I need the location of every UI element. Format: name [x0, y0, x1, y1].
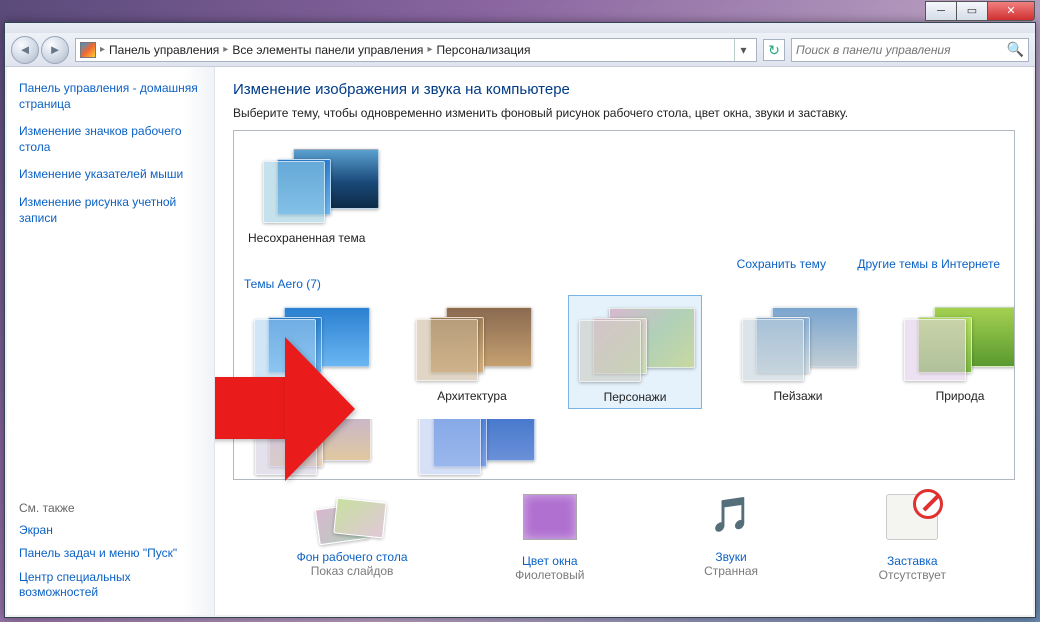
titlebar[interactable]: [5, 23, 1035, 33]
footer-value: Странная: [704, 564, 758, 578]
breadcrumb-item[interactable]: Панель управления: [109, 43, 219, 57]
theme-item[interactable]: Природа: [894, 295, 1015, 409]
sidebar-link-home[interactable]: Панель управления - домашняя страница: [19, 81, 202, 112]
navigation-toolbar: ◄ ► ▸ Панель управления ▸ Все элементы п…: [5, 33, 1035, 67]
color-swatch-icon: [523, 494, 577, 540]
annotation-arrow: [215, 377, 285, 439]
more-themes-link[interactable]: Другие темы в Интернете: [857, 257, 1000, 271]
close-button[interactable]: ✕: [987, 1, 1035, 21]
address-dropdown[interactable]: ▾: [734, 39, 752, 61]
chevron-right-icon[interactable]: ▸: [427, 44, 432, 55]
see-also-label: См. также: [19, 501, 202, 515]
control-panel-icon: [80, 42, 96, 58]
theme-item[interactable]: [408, 415, 542, 480]
personalization-footer: Фон рабочего стола Показ слайдов Цвет ок…: [233, 480, 1015, 582]
sidebar-link-desktop-icons[interactable]: Изменение значков рабочего стола: [19, 124, 202, 155]
see-also-taskbar[interactable]: Панель задач и меню "Пуск": [19, 546, 202, 562]
chevron-right-icon[interactable]: ▸: [100, 44, 105, 55]
theme-item[interactable]: Пейзажи: [732, 295, 864, 409]
footer-value: Фиолетовый: [515, 568, 584, 582]
minimize-button[interactable]: ─: [925, 1, 957, 21]
page-description: Выберите тему, чтобы одновременно измени…: [233, 106, 1015, 120]
personalization-window: ─ ▭ ✕ ◄ ► ▸ Панель управления ▸ Все элем…: [4, 22, 1036, 618]
window-color-button[interactable]: Цвет окна Фиолетовый: [511, 490, 589, 582]
see-also-accessibility[interactable]: Центр специальных возможностей: [19, 570, 202, 601]
theme-unsaved[interactable]: Несохраненная тема: [244, 137, 394, 249]
annotation-arrow-head: [285, 337, 355, 481]
desktop-background-button[interactable]: Фон рабочего стола Показ слайдов: [297, 490, 408, 582]
forward-button[interactable]: ►: [41, 36, 69, 64]
footer-link: Цвет окна: [511, 554, 589, 568]
page-title: Изменение изображения и звука на компьют…: [233, 81, 1015, 98]
search-input[interactable]: [796, 43, 1007, 57]
maximize-button[interactable]: ▭: [956, 1, 988, 21]
sidebar-link-mouse-pointers[interactable]: Изменение указателей мыши: [19, 167, 202, 183]
sounds-button[interactable]: 🎵 Звуки Странная: [692, 490, 770, 582]
breadcrumb-item[interactable]: Все элементы панели управления: [232, 43, 423, 57]
theme-label: Архитектура: [410, 389, 534, 403]
theme-label: Персонажи: [573, 390, 697, 404]
screensaver-none-icon: [886, 494, 938, 540]
footer-link: Звуки: [692, 550, 770, 564]
theme-label: Несохраненная тема: [248, 231, 390, 245]
footer-value: Показ слайдов: [311, 564, 394, 578]
breadcrumb-item[interactable]: Персонализация: [436, 43, 530, 57]
main-content: Изменение изображения и звука на компьют…: [215, 67, 1033, 615]
see-also-display[interactable]: Экран: [19, 523, 202, 539]
aero-group-label: Темы Aero (7): [244, 277, 1004, 291]
search-icon[interactable]: 🔍: [1007, 41, 1024, 58]
back-button[interactable]: ◄: [11, 36, 39, 64]
save-theme-link[interactable]: Сохранить тему: [737, 257, 826, 271]
theme-label: Пейзажи: [736, 389, 860, 403]
footer-value: Отсутствует: [879, 568, 946, 582]
address-bar[interactable]: ▸ Панель управления ▸ Все элементы панел…: [75, 38, 757, 62]
footer-link: Заставка: [873, 554, 951, 568]
sidebar: Панель управления - домашняя страница Из…: [7, 67, 215, 615]
sidebar-link-account-picture[interactable]: Изменение рисунка учетной записи: [19, 195, 202, 226]
theme-item-selected[interactable]: Персонажи: [568, 295, 702, 409]
refresh-button[interactable]: ↻: [763, 39, 785, 61]
screensaver-button[interactable]: Заставка Отсутствует: [873, 490, 951, 582]
search-box[interactable]: 🔍: [791, 38, 1029, 62]
footer-link: Фон рабочего стола: [297, 550, 408, 564]
sounds-icon: 🎵: [692, 490, 770, 546]
theme-label: Природа: [898, 389, 1015, 403]
chevron-right-icon[interactable]: ▸: [223, 44, 228, 55]
theme-item[interactable]: Архитектура: [406, 295, 538, 409]
